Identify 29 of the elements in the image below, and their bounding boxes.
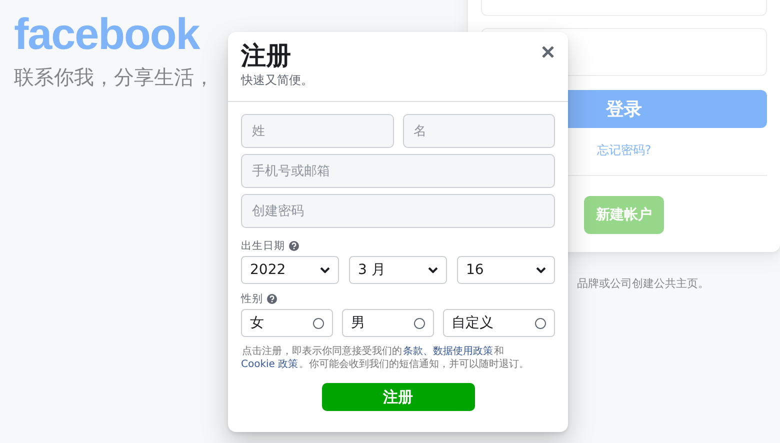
radio-button[interactable]	[414, 318, 425, 328]
gender-label: 性别	[241, 292, 263, 306]
birthday-label: 出生日期	[241, 239, 285, 253]
dialog-subtitle: 快速又简便。	[241, 72, 313, 89]
terms-text: 点击注册，即表示你同意接受我们的条款、数据使用政策和 Cookie 政策。你可能会收到我们的短信通知，并可以随时退订。	[241, 345, 530, 371]
page-note: 品牌或公司创建公共主页。	[577, 276, 710, 291]
gender-option[interactable]: 自定义	[442, 309, 555, 337]
terms-link[interactable]: 条款、	[403, 346, 433, 357]
date-select[interactable]: 16	[457, 256, 555, 284]
name-input-field[interactable]: 姓	[241, 114, 394, 148]
radio-button[interactable]	[535, 318, 546, 328]
tagline: 联系你我，分享生活，	[14, 64, 214, 91]
password-input-field[interactable]: 创建密码	[241, 194, 555, 228]
gender-option[interactable]: 男	[342, 309, 434, 337]
terms-link[interactable]: Cookie 政策	[241, 359, 298, 370]
chevron-down-icon	[536, 267, 546, 273]
dialog-title: 注册	[241, 40, 291, 72]
help-icon[interactable]	[267, 294, 277, 304]
chevron-down-icon	[320, 267, 330, 273]
help-icon[interactable]	[289, 241, 299, 251]
chevron-down-icon	[428, 267, 438, 273]
name-input-field[interactable]: 名	[402, 114, 555, 148]
gender-option[interactable]: 女	[241, 309, 333, 337]
contact-input-field[interactable]: 手机号或邮箱	[241, 154, 555, 188]
radio-button[interactable]	[312, 318, 324, 328]
logo-wordmark: facebook	[14, 12, 201, 58]
terms-link[interactable]: 数据使用政策	[433, 346, 493, 357]
date-select[interactable]: 3 月	[349, 256, 447, 284]
date-select[interactable]: 2022	[241, 256, 339, 284]
